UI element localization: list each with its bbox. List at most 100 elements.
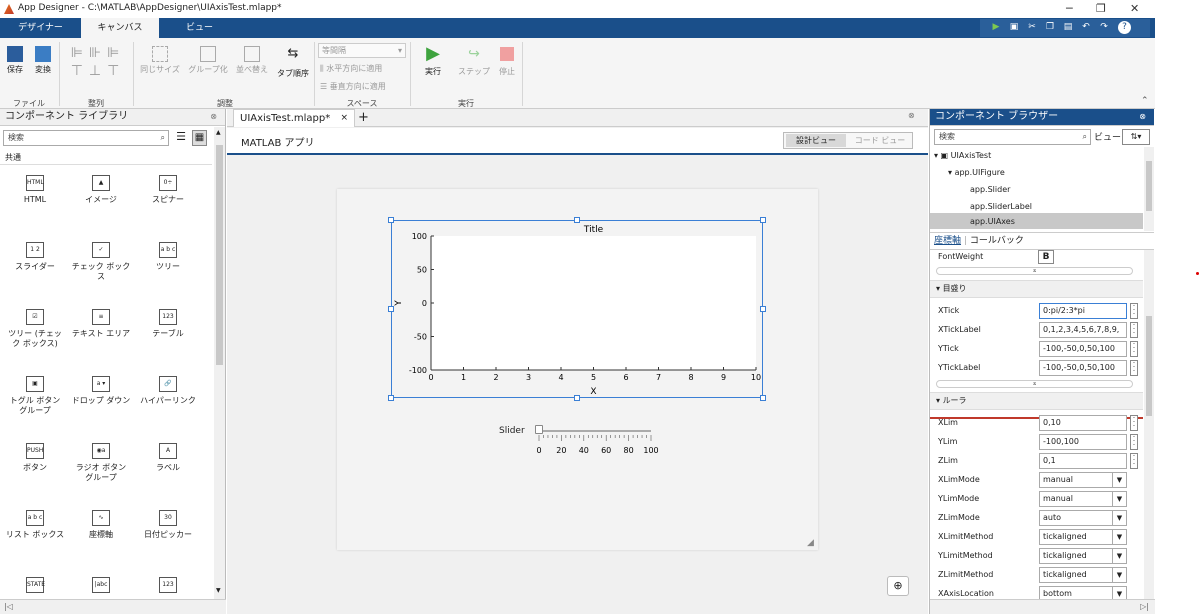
tree-node-slider[interactable]: app.Slider xyxy=(970,181,1139,198)
slider-track[interactable] xyxy=(537,430,651,432)
ticks-section-header[interactable]: ▾ 目盛り xyxy=(930,280,1143,298)
library-item[interactable]: 30 日付ピッカー xyxy=(138,510,198,540)
library-item[interactable]: 123 xyxy=(138,577,198,597)
edit-options-icon[interactable]: · · · xyxy=(1130,341,1138,357)
resize-handle[interactable] xyxy=(760,306,766,312)
library-item[interactable]: 0÷ スピナー xyxy=(138,175,198,205)
grid-view-icon[interactable]: ▦ xyxy=(192,130,207,146)
property-value-input[interactable]: 0,10 xyxy=(1039,415,1127,431)
browser-search-input[interactable]: 検索 ⌕ xyxy=(934,129,1091,145)
library-item[interactable]: a b c リスト ボックス xyxy=(5,510,65,540)
library-item[interactable]: ≡ テキスト エリア xyxy=(71,309,131,339)
tree-node-root[interactable]: ▾ ▣ UIAxisTest xyxy=(934,147,1139,164)
copy-quick-icon[interactable]: ❐ xyxy=(1044,21,1056,34)
library-item[interactable]: 123 テーブル xyxy=(138,309,198,339)
tab-callback[interactable]: コールバック xyxy=(970,236,1024,246)
save-quick-icon[interactable]: ▣ xyxy=(1008,21,1020,34)
redo-quick-icon[interactable]: ↷ xyxy=(1098,21,1110,34)
slider-thumb[interactable] xyxy=(535,425,543,434)
edit-options-icon[interactable]: · · · xyxy=(1130,415,1138,431)
property-value-input[interactable]: -100,-50,0,50,100 xyxy=(1039,360,1127,376)
arrange-button[interactable]: 並べ替え xyxy=(232,46,272,75)
align-buttons[interactable]: ⊫⊪⊫ ⊤⊥⊤ xyxy=(64,44,132,89)
apply-vertical-button[interactable]: ☰ 垂直方向に適用 xyxy=(320,81,386,92)
tree-scroll-thumb[interactable] xyxy=(1146,161,1152,211)
library-item[interactable]: HTML HTML xyxy=(5,175,65,205)
edit-options-icon[interactable]: · · · xyxy=(1130,322,1138,338)
tab-designer[interactable]: デザイナー xyxy=(3,18,78,38)
panel-collapse-icon[interactable]: |◁ xyxy=(4,602,13,611)
library-item[interactable]: 🔗 ハイパーリンク xyxy=(138,376,198,406)
panel-collapse-icon[interactable]: ▷| xyxy=(1140,602,1149,611)
property-dropdown[interactable]: auto ▼ xyxy=(1039,510,1127,526)
paste-quick-icon[interactable]: ▤ xyxy=(1062,21,1074,34)
step-button[interactable]: ↪ ステップ xyxy=(456,44,492,77)
scroll-up-icon[interactable]: ▲ xyxy=(216,129,221,136)
scroll-down-icon[interactable]: ▼ xyxy=(216,587,221,594)
library-item[interactable]: STATE xyxy=(5,577,65,597)
run-quick-icon[interactable]: ▶ xyxy=(990,21,1002,34)
run-button[interactable]: ▶ 実行 xyxy=(418,44,448,77)
tab-canvas[interactable]: キャンバス xyxy=(81,18,159,38)
tree-node-uiaxes[interactable]: app.UIAxes xyxy=(930,213,1143,229)
same-size-button[interactable]: 同じサイズ xyxy=(138,46,182,75)
ui-axes[interactable]: 0 1 2 3 4 5 6 7 8 9 10 100 50 0 -50 -100 Title X Y xyxy=(391,220,763,398)
add-tab-button[interactable]: + xyxy=(358,109,369,126)
resize-handle[interactable] xyxy=(388,306,394,312)
collapse-ribbon-icon[interactable]: ⌃ xyxy=(1141,96,1149,106)
library-item[interactable]: ∿ 座標軸 xyxy=(71,510,131,540)
code-view-button[interactable]: コード ビュー xyxy=(848,134,912,147)
property-dropdown[interactable]: manual ▼ xyxy=(1039,491,1127,507)
property-value-input[interactable]: 0,1,2,3,4,5,6,7,8,9, xyxy=(1039,322,1127,338)
resize-handle[interactable] xyxy=(574,217,580,223)
group-button[interactable]: グループ化 xyxy=(186,46,230,75)
help-icon[interactable]: ? xyxy=(1118,21,1131,34)
resize-handle[interactable] xyxy=(760,395,766,401)
library-item[interactable]: ☑ ツリー (チェック ボックス) xyxy=(5,309,65,349)
library-item[interactable]: ▣ トグル ボタン グループ xyxy=(5,376,65,416)
library-item[interactable]: a ▾ ドロップ ダウン xyxy=(71,376,131,406)
expand-toggle[interactable]: ⌅ xyxy=(936,380,1133,388)
library-item[interactable]: 1 2 スライダー xyxy=(5,242,65,272)
design-view-button[interactable]: 設計ビュー xyxy=(786,134,846,147)
property-dropdown[interactable]: tickaligned ▼ xyxy=(1039,529,1127,545)
library-item[interactable]: |abc xyxy=(71,577,131,597)
equal-spacing-dropdown[interactable]: 等間隔 ▾ xyxy=(318,43,406,58)
property-dropdown[interactable]: tickaligned ▼ xyxy=(1039,548,1127,564)
tree-node-uifigure[interactable]: ▾ app.UIFigure xyxy=(948,164,1139,181)
stop-button[interactable]: 停止 xyxy=(494,44,520,77)
property-value-input[interactable]: 0,1 xyxy=(1039,453,1127,469)
zoom-icon[interactable]: ⊕ xyxy=(887,576,909,596)
expand-toggle[interactable]: ⌅ xyxy=(936,267,1133,275)
resize-handle[interactable] xyxy=(388,395,394,401)
sort-dropdown[interactable]: ⇅▾ xyxy=(1122,129,1150,145)
resize-handle[interactable] xyxy=(574,395,580,401)
close-panel-icon[interactable]: ⊗ xyxy=(1139,109,1146,125)
library-scrollbar[interactable]: ▲ ▼ xyxy=(214,127,225,599)
property-value-input[interactable]: -100,100 xyxy=(1039,434,1127,450)
property-value-input[interactable]: -100,-50,0,50,100 xyxy=(1039,341,1127,357)
close-panel-icon[interactable]: ⊗ xyxy=(210,109,217,125)
tab-axes[interactable]: 座標軸 xyxy=(934,236,961,246)
cut-quick-icon[interactable]: ✂ xyxy=(1026,21,1038,34)
edit-options-icon[interactable]: · · · xyxy=(1130,453,1138,469)
apply-horizontal-button[interactable]: ⫼ 水平方向に適用 xyxy=(320,63,382,74)
ruler-section-header[interactable]: ▾ ルーラ xyxy=(930,392,1143,410)
library-scroll-thumb[interactable] xyxy=(216,145,223,365)
library-item[interactable]: PUSH ボタン xyxy=(5,443,65,473)
resize-handle[interactable] xyxy=(388,217,394,223)
close-tab-icon[interactable]: × xyxy=(340,110,348,127)
library-item[interactable]: A ラベル xyxy=(138,443,198,473)
resize-handle[interactable] xyxy=(760,217,766,223)
property-dropdown[interactable]: tickaligned ▼ xyxy=(1039,567,1127,583)
undo-quick-icon[interactable]: ↶ xyxy=(1080,21,1092,34)
edit-options-icon[interactable]: · · · xyxy=(1130,434,1138,450)
inspector-scroll-thumb[interactable] xyxy=(1146,316,1152,416)
close-panel-icon[interactable]: ⊗ xyxy=(908,111,915,120)
tab-order-button[interactable]: ⇆ タブ順序 xyxy=(275,46,311,79)
list-view-icon[interactable]: ☰ xyxy=(174,130,188,146)
convert-button[interactable]: 変換 xyxy=(30,46,56,75)
tab-view[interactable]: ビュー xyxy=(162,18,237,38)
save-button[interactable]: 保存 xyxy=(3,46,27,75)
edit-options-icon[interactable]: · · · xyxy=(1130,360,1138,376)
